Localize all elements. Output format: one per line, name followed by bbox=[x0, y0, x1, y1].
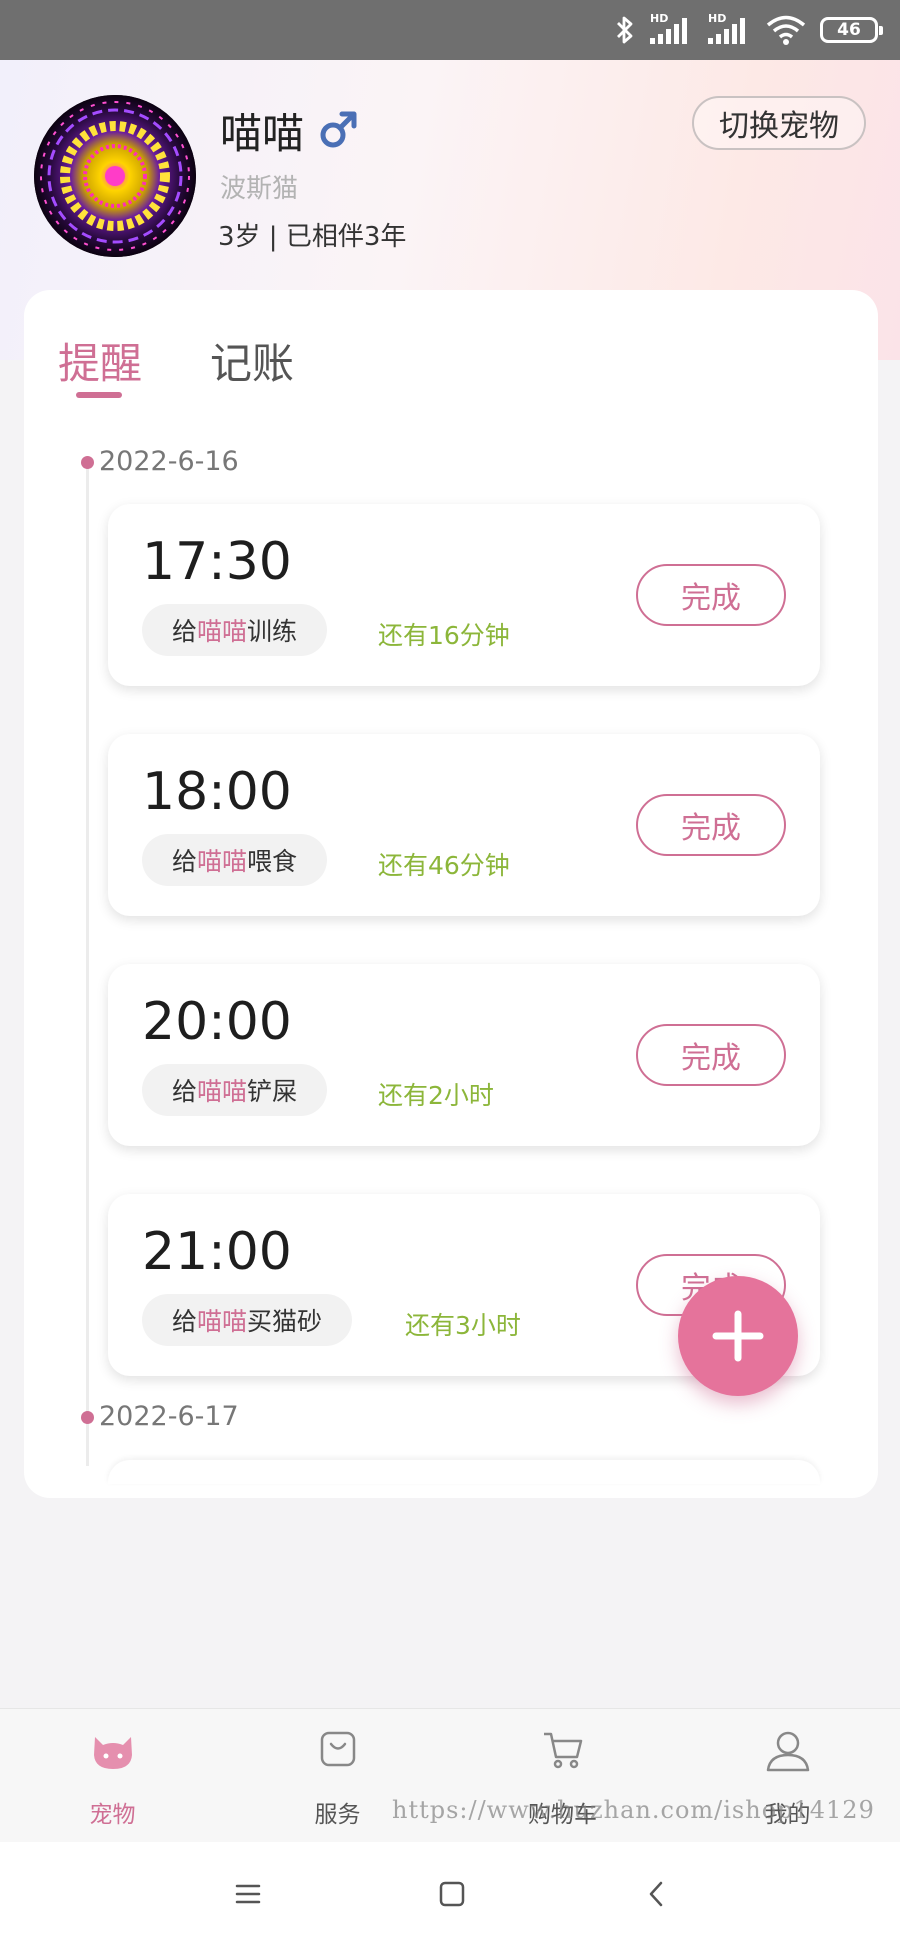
task-action: 买猫砂 bbox=[247, 1307, 323, 1336]
plus-icon bbox=[712, 1310, 764, 1362]
reminder-task: 给喵喵 喂食 bbox=[142, 834, 328, 886]
timeline-dot bbox=[81, 456, 94, 469]
complete-button[interactable]: 完成 bbox=[636, 1024, 786, 1086]
switch-pet-button[interactable]: 切换宠物 bbox=[692, 96, 866, 150]
task-action: 喂食 bbox=[247, 847, 298, 876]
back-icon[interactable] bbox=[646, 1880, 666, 1908]
bottom-tab-label: 宠物 bbox=[89, 1802, 136, 1828]
home-icon[interactable] bbox=[438, 1880, 466, 1908]
pet-name: 喵喵 bbox=[220, 109, 305, 158]
task-pet-name: 喵喵 bbox=[197, 1077, 248, 1106]
reminder-time: 21:00 bbox=[142, 1222, 292, 1282]
watermark-text: https://www.huzhan.com/ishop14129 bbox=[392, 1796, 875, 1824]
task-prefix: 给 bbox=[172, 847, 198, 876]
reminder-time: 17:30 bbox=[142, 532, 292, 592]
task-pet-name: 喵喵 bbox=[197, 847, 248, 876]
wifi-icon bbox=[766, 15, 806, 45]
timeline-dot bbox=[81, 1411, 94, 1424]
status-bar: HD HD 46 bbox=[0, 0, 900, 60]
pet-age-info: 3岁 | 已相伴3年 bbox=[218, 222, 407, 252]
system-nav-bar bbox=[0, 1842, 900, 1950]
reminder-task: 给喵喵 训练 bbox=[142, 604, 328, 656]
signal-hd-icon: HD bbox=[708, 12, 752, 46]
reminder-remaining: 还有16分钟 bbox=[378, 621, 510, 650]
bottom-tab-pet[interactable]: 宠物 bbox=[0, 1709, 225, 1843]
male-icon bbox=[320, 111, 357, 148]
battery-icon: 46 bbox=[820, 17, 883, 43]
cat-icon bbox=[93, 1737, 132, 1769]
task-prefix: 给 bbox=[172, 617, 198, 646]
pet-breed: 波斯猫 bbox=[220, 174, 299, 204]
tab-accounting[interactable]: 记账 bbox=[210, 330, 294, 391]
pet-avatar[interactable] bbox=[34, 95, 196, 257]
task-pet-name: 喵喵 bbox=[197, 617, 248, 646]
reminder-remaining: 还有3小时 bbox=[405, 1311, 521, 1340]
battery-level: 46 bbox=[837, 20, 861, 40]
task-action: 铲屎 bbox=[247, 1077, 298, 1106]
reminder-card: 17:30 给喵喵 训练 还有16分钟 完成 bbox=[108, 504, 820, 686]
reminder-card-partial bbox=[108, 1460, 820, 1484]
user-icon bbox=[766, 1731, 809, 1772]
reminder-task: 给喵喵 买猫砂 bbox=[142, 1294, 353, 1346]
complete-button[interactable]: 完成 bbox=[636, 564, 786, 626]
reminder-time: 20:00 bbox=[142, 992, 292, 1052]
reminder-task: 给喵喵 铲屎 bbox=[142, 1064, 328, 1116]
menu-icon[interactable] bbox=[234, 1880, 262, 1908]
reminder-card: 20:00 给喵喵 铲屎 还有2小时 完成 bbox=[108, 964, 820, 1146]
task-prefix: 给 bbox=[172, 1077, 198, 1106]
timeline-line bbox=[86, 466, 89, 1466]
timeline-date: 2022-6-16 bbox=[99, 446, 239, 477]
reminder-remaining: 还有46分钟 bbox=[378, 851, 510, 880]
add-reminder-button[interactable] bbox=[678, 1276, 798, 1396]
task-prefix: 给 bbox=[172, 1307, 198, 1336]
bag-icon bbox=[320, 1731, 355, 1767]
cart-icon bbox=[543, 1732, 582, 1769]
signal-hd-icon: HD bbox=[650, 12, 694, 46]
reminder-time: 18:00 bbox=[142, 762, 292, 822]
task-action: 训练 bbox=[247, 617, 298, 646]
reminder-card: 18:00 给喵喵 喂食 还有46分钟 完成 bbox=[108, 734, 820, 916]
task-pet-name: 喵喵 bbox=[197, 1307, 248, 1336]
reminder-remaining: 还有2小时 bbox=[378, 1081, 494, 1110]
tab-reminder[interactable]: 提醒 bbox=[58, 330, 142, 391]
timeline-date: 2022-6-17 bbox=[99, 1401, 239, 1432]
bluetooth-icon bbox=[617, 16, 633, 44]
complete-button[interactable]: 完成 bbox=[636, 794, 786, 856]
active-tab-indicator bbox=[76, 392, 122, 398]
